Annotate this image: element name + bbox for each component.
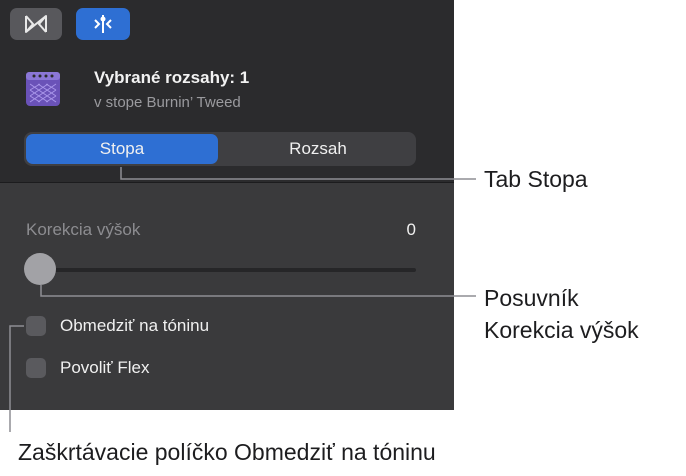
callout-line-checkbox bbox=[9, 325, 24, 432]
callout-checkbox: Zaškrtávacie políčko Obmedziť na tóninu bbox=[18, 439, 436, 465]
callout-lines bbox=[9, 167, 476, 432]
callout-line-tab bbox=[120, 167, 476, 180]
callout-slider-line2: Korekcia výšok bbox=[484, 317, 639, 343]
callout-line-slider bbox=[40, 285, 476, 297]
callout-tab-stopa: Tab Stopa bbox=[484, 166, 588, 192]
callout-slider-line1: Posuvník bbox=[484, 285, 579, 311]
